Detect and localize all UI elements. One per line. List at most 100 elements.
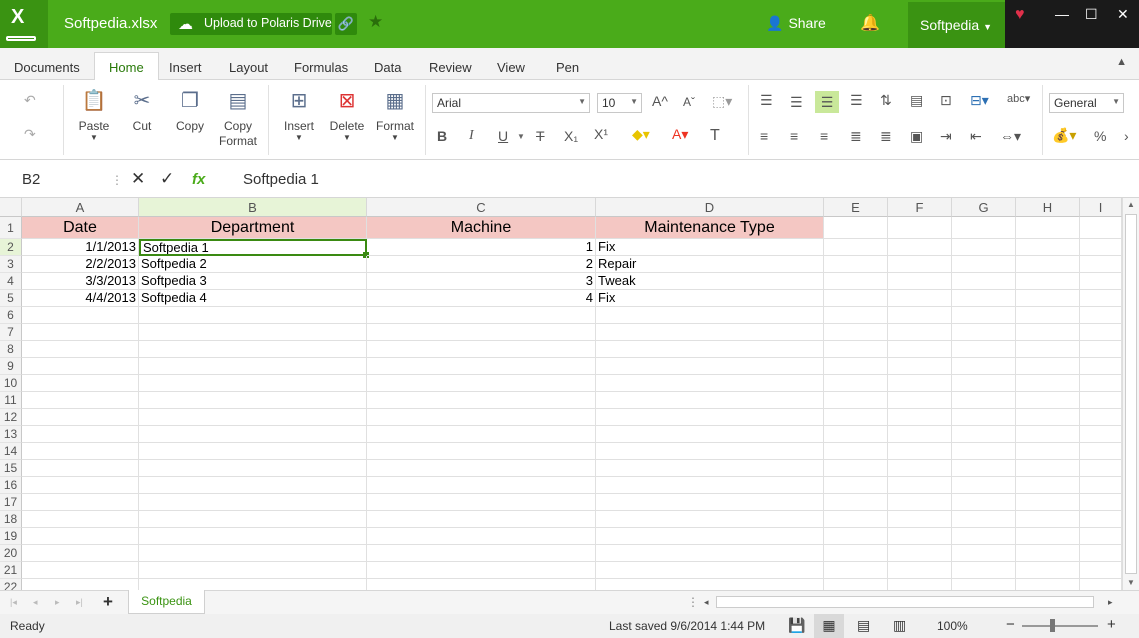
cell[interactable]: Tweak bbox=[596, 273, 824, 290]
cell[interactable]: Softpedia 2 bbox=[139, 256, 367, 273]
cell[interactable] bbox=[367, 443, 596, 460]
cell[interactable] bbox=[596, 341, 824, 358]
cell[interactable] bbox=[1016, 341, 1080, 358]
cell[interactable] bbox=[1016, 307, 1080, 324]
cell[interactable] bbox=[1080, 239, 1122, 256]
cell[interactable] bbox=[824, 341, 888, 358]
cell[interactable] bbox=[139, 341, 367, 358]
active-cell[interactable]: Softpedia 1 bbox=[139, 239, 367, 256]
cell[interactable] bbox=[824, 443, 888, 460]
cell[interactable] bbox=[952, 562, 1016, 579]
cell[interactable] bbox=[952, 511, 1016, 528]
cell[interactable] bbox=[888, 290, 952, 307]
cell[interactable] bbox=[139, 392, 367, 409]
cell[interactable] bbox=[952, 290, 1016, 307]
cell[interactable] bbox=[1016, 324, 1080, 341]
cell[interactable] bbox=[824, 579, 888, 590]
cell[interactable] bbox=[888, 579, 952, 590]
align-middle-icon[interactable]: ☰ bbox=[790, 94, 803, 111]
italic-icon[interactable]: I bbox=[469, 128, 474, 144]
cell[interactable] bbox=[888, 562, 952, 579]
cell[interactable] bbox=[22, 477, 139, 494]
cell[interactable] bbox=[22, 409, 139, 426]
row-header[interactable]: 7 bbox=[0, 324, 22, 341]
scroll-right-icon[interactable]: ▸ bbox=[1108, 597, 1113, 608]
first-sheet-icon[interactable]: |◂ bbox=[10, 597, 17, 608]
cell[interactable] bbox=[824, 358, 888, 375]
cell[interactable]: 1 bbox=[367, 239, 596, 256]
page-break-view-icon[interactable]: ▥ bbox=[893, 617, 906, 634]
horizontal-scrollbar[interactable] bbox=[716, 596, 1094, 608]
zoom-slider-thumb[interactable] bbox=[1050, 619, 1055, 632]
cell[interactable]: 4 bbox=[367, 290, 596, 307]
cell[interactable] bbox=[1080, 409, 1122, 426]
number-format-select[interactable]: General ▼ bbox=[1049, 93, 1124, 113]
delete-button[interactable]: ⊠ Delete ▼ bbox=[326, 86, 368, 142]
cell[interactable] bbox=[596, 443, 824, 460]
cell[interactable] bbox=[1016, 494, 1080, 511]
cell[interactable] bbox=[367, 324, 596, 341]
tab-insert[interactable]: Insert bbox=[169, 60, 202, 75]
cell[interactable] bbox=[139, 324, 367, 341]
scroll-thumb[interactable] bbox=[1125, 214, 1137, 574]
column-header[interactable]: G bbox=[952, 198, 1016, 217]
merge-cells-icon[interactable]: ⊡ bbox=[940, 92, 952, 109]
column-header[interactable]: B bbox=[139, 198, 367, 217]
cell[interactable] bbox=[952, 477, 1016, 494]
merge-center-icon[interactable]: ⊟▾ bbox=[970, 92, 989, 109]
row-header[interactable]: 10 bbox=[0, 375, 22, 392]
row-header[interactable]: 5 bbox=[0, 290, 22, 307]
cell[interactable] bbox=[888, 217, 952, 239]
tab-formulas[interactable]: Formulas bbox=[294, 60, 348, 75]
collapse-ribbon-icon[interactable]: ▲ bbox=[1116, 56, 1127, 68]
cell[interactable] bbox=[1016, 562, 1080, 579]
increase-font-icon[interactable]: A^ bbox=[652, 93, 668, 109]
cell[interactable] bbox=[952, 528, 1016, 545]
cell[interactable] bbox=[139, 375, 367, 392]
cell[interactable] bbox=[1080, 494, 1122, 511]
cell[interactable] bbox=[596, 358, 824, 375]
percent-icon[interactable]: % bbox=[1094, 128, 1106, 144]
cell[interactable] bbox=[952, 256, 1016, 273]
cell[interactable] bbox=[22, 426, 139, 443]
file-name[interactable]: Softpedia.xlsx bbox=[64, 15, 157, 32]
cell[interactable] bbox=[888, 477, 952, 494]
cell[interactable] bbox=[1080, 273, 1122, 290]
cell[interactable] bbox=[1016, 358, 1080, 375]
cell[interactable] bbox=[22, 545, 139, 562]
font-size-select[interactable]: 10 ▼ bbox=[597, 93, 642, 113]
cell[interactable] bbox=[596, 511, 824, 528]
cell[interactable] bbox=[824, 477, 888, 494]
tab-layout[interactable]: Layout bbox=[229, 60, 268, 75]
cell[interactable] bbox=[824, 375, 888, 392]
column-header[interactable]: H bbox=[1016, 198, 1080, 217]
cell[interactable] bbox=[824, 307, 888, 324]
column-header[interactable]: F bbox=[888, 198, 952, 217]
cell[interactable] bbox=[952, 392, 1016, 409]
cell[interactable]: Softpedia 3 bbox=[139, 273, 367, 290]
subscript-icon[interactable]: X₁ bbox=[564, 128, 578, 144]
close-icon[interactable]: ✕ bbox=[1117, 6, 1129, 23]
cell[interactable] bbox=[952, 579, 1016, 590]
cell[interactable] bbox=[1016, 426, 1080, 443]
row-header[interactable]: 22 bbox=[0, 579, 22, 590]
cell[interactable] bbox=[367, 375, 596, 392]
sheet-bar-splitter-icon[interactable]: ⋮ bbox=[687, 595, 699, 609]
cell[interactable] bbox=[1016, 545, 1080, 562]
cell[interactable] bbox=[952, 217, 1016, 239]
tab-data[interactable]: Data bbox=[374, 60, 401, 75]
cell[interactable] bbox=[596, 562, 824, 579]
function-icon[interactable]: fx bbox=[192, 171, 205, 188]
cell[interactable] bbox=[1080, 545, 1122, 562]
cell[interactable] bbox=[22, 341, 139, 358]
cell[interactable] bbox=[596, 579, 824, 590]
cell[interactable] bbox=[1016, 375, 1080, 392]
cell[interactable] bbox=[888, 426, 952, 443]
row-header[interactable]: 3 bbox=[0, 256, 22, 273]
scroll-up-icon[interactable]: ▲ bbox=[1127, 200, 1135, 209]
minimize-icon[interactable]: — bbox=[1055, 6, 1069, 22]
cell[interactable] bbox=[596, 307, 824, 324]
cell[interactable] bbox=[1080, 358, 1122, 375]
cell[interactable] bbox=[824, 409, 888, 426]
cell[interactable] bbox=[888, 375, 952, 392]
